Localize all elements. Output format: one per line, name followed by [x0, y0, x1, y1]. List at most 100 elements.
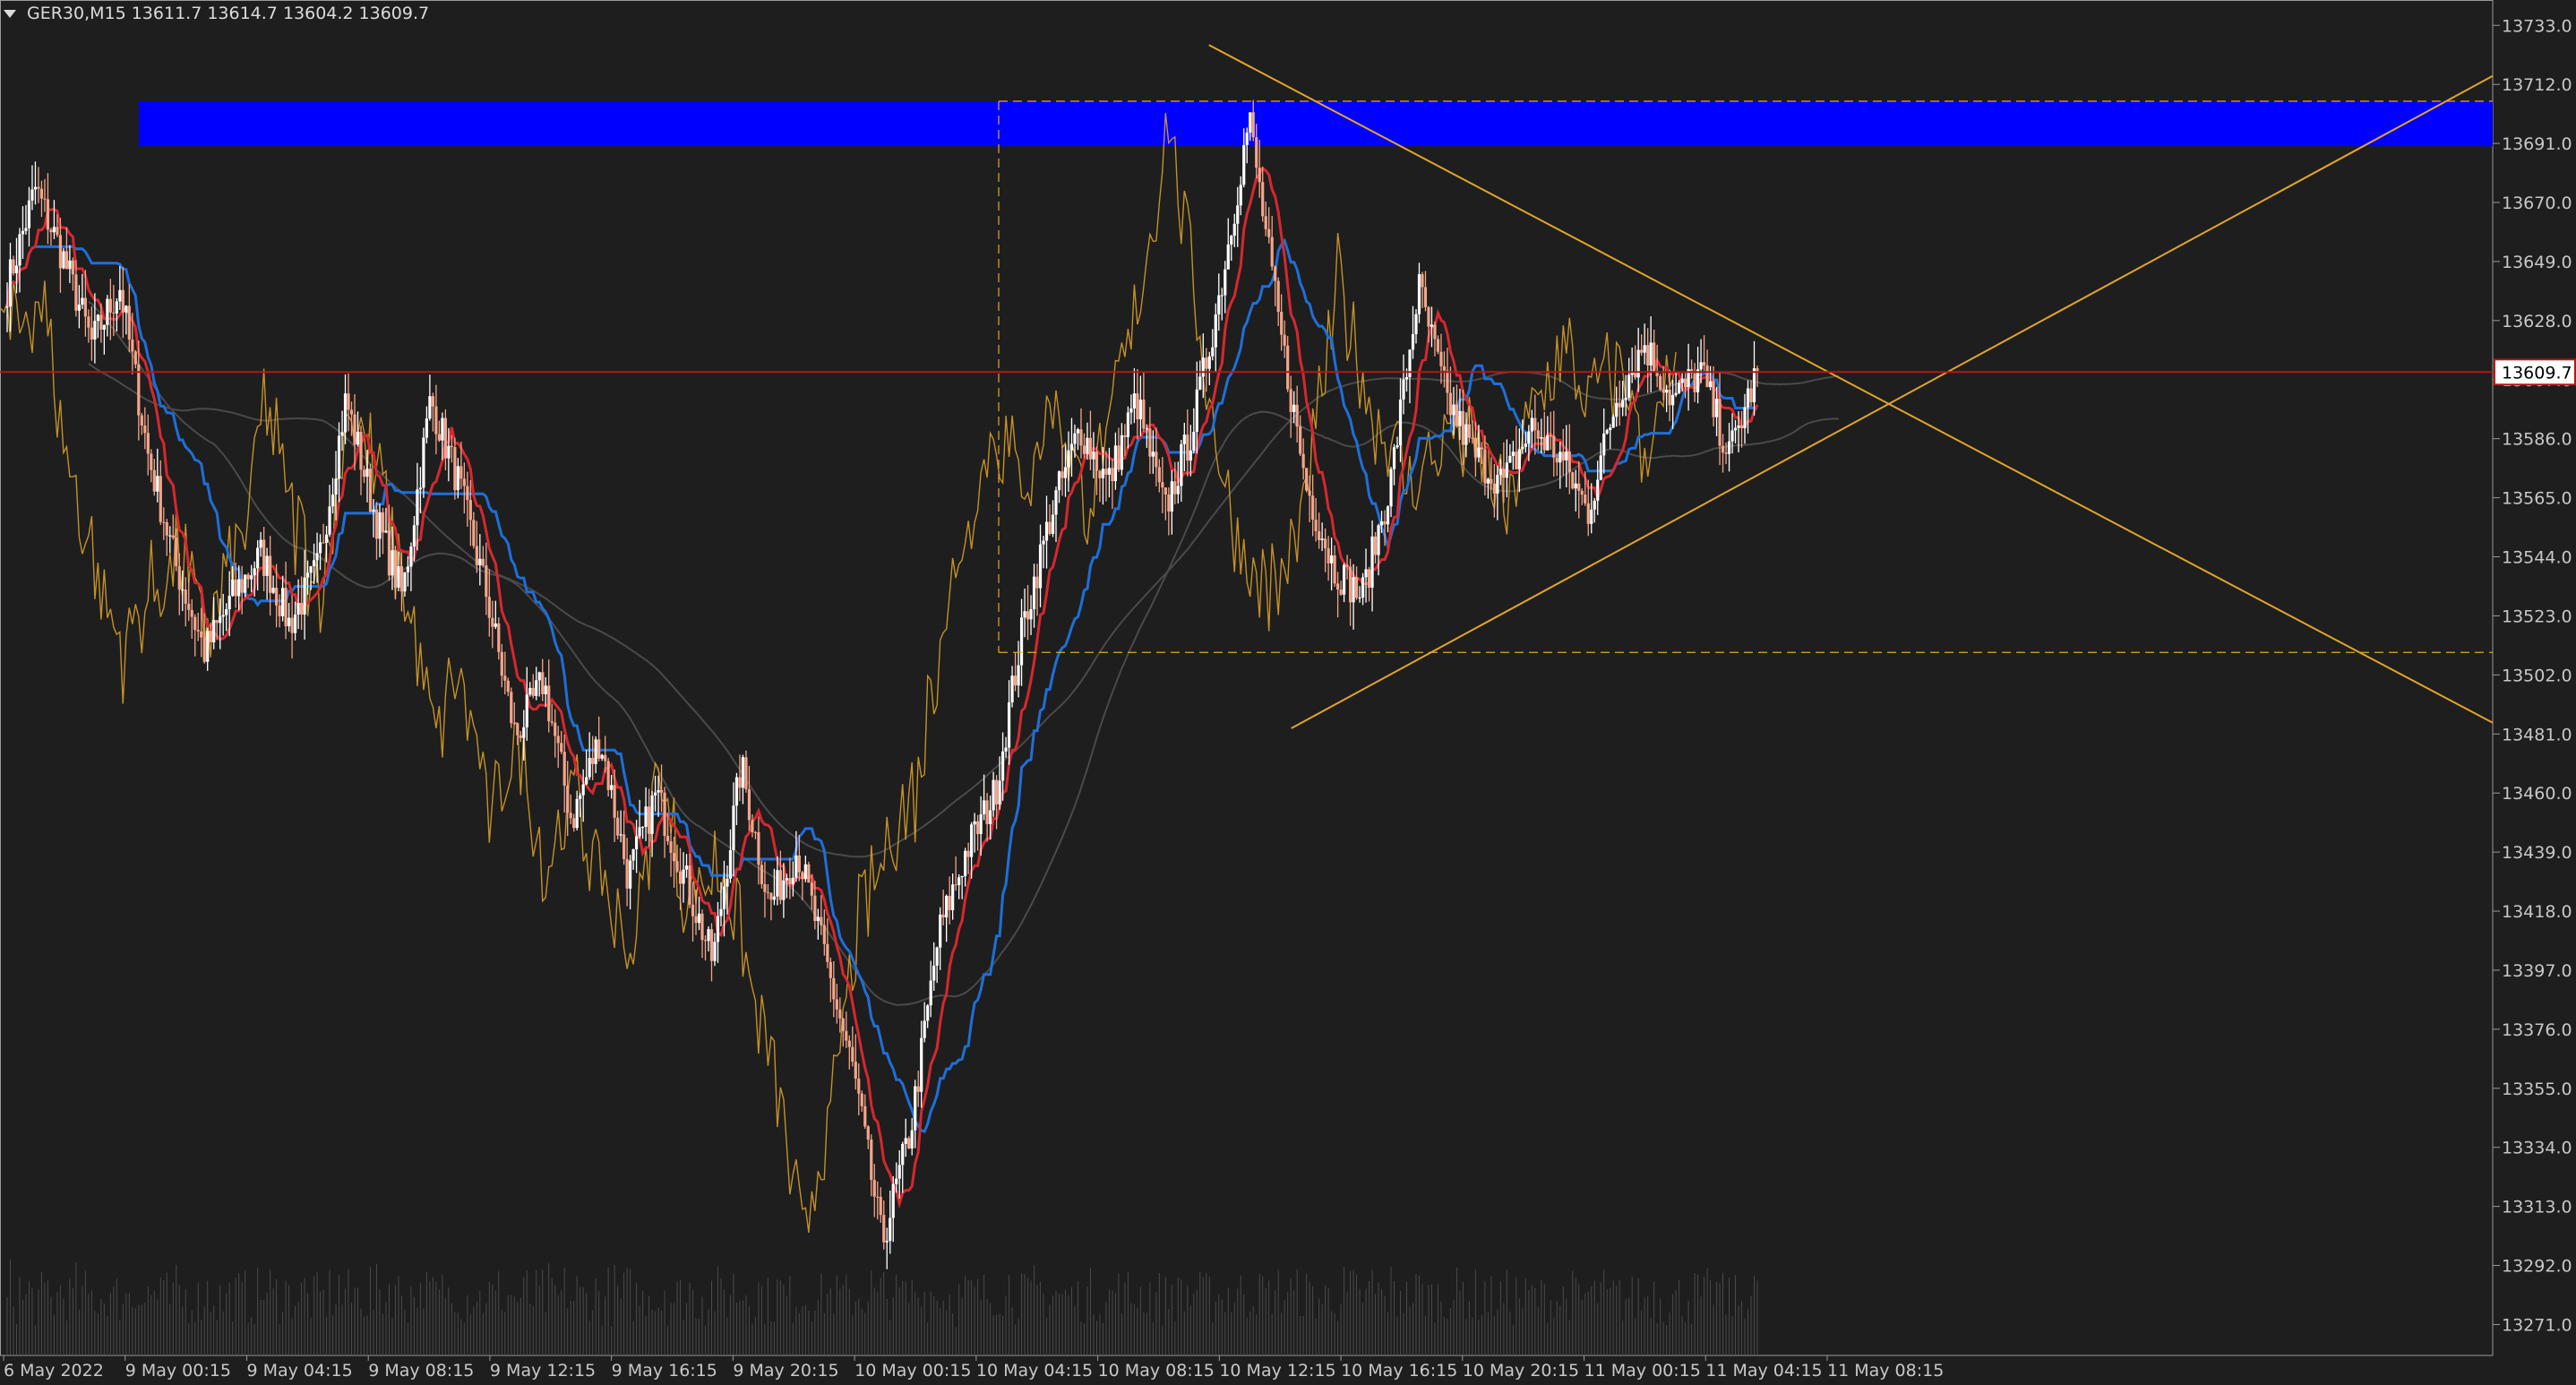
bearish-candle — [187, 603, 191, 610]
bullish-candle — [910, 1130, 914, 1148]
bullish-candle — [1000, 751, 1005, 781]
bullish-candle — [707, 929, 710, 942]
bullish-candle — [1680, 378, 1684, 383]
bearish-candle — [1555, 457, 1558, 463]
bearish-candle — [751, 820, 754, 832]
bearish-candle — [143, 426, 147, 434]
bearish-candle — [709, 929, 714, 961]
bearish-candle — [604, 754, 607, 761]
x-axis-label: 11 May 08:15 — [1827, 1361, 1944, 1381]
trendline[interactable] — [1208, 44, 2494, 724]
bullish-candle — [728, 850, 733, 879]
bullish-candle — [296, 603, 300, 615]
bearish-candle — [826, 943, 829, 962]
bullish-candle — [579, 795, 582, 799]
bearish-candle — [976, 821, 980, 835]
bearish-candle — [202, 637, 206, 662]
bearish-candle — [872, 1180, 876, 1197]
bullish-candle — [1057, 471, 1061, 491]
bullish-candle — [657, 789, 660, 793]
bearish-candle — [1442, 366, 1447, 371]
bullish-candle — [1007, 702, 1011, 748]
bullish-candle — [1477, 447, 1481, 458]
bearish-candle — [1299, 426, 1302, 454]
bullish-candle — [1605, 430, 1609, 434]
bearish-candle — [146, 433, 150, 454]
bearish-candle — [1117, 445, 1121, 470]
bullish-candle — [1224, 269, 1227, 296]
bearish-candle — [437, 434, 441, 441]
bullish-candle — [998, 780, 1001, 805]
bullish-candle — [1042, 540, 1045, 545]
bullish-candle — [1361, 577, 1365, 598]
bearish-candle — [1492, 483, 1496, 494]
bearish-candle — [359, 431, 363, 470]
bullish-candle — [416, 489, 419, 526]
bearish-candle — [1104, 469, 1108, 475]
trendline[interactable] — [1291, 74, 2494, 729]
bullish-candle — [1195, 389, 1198, 432]
bearish-candle — [625, 858, 629, 889]
bearish-candle — [150, 453, 153, 470]
bearish-candle — [1749, 388, 1753, 403]
bearish-candle — [87, 316, 90, 328]
bullish-candle — [1230, 236, 1233, 245]
bearish-candle — [459, 466, 463, 479]
bullish-candle — [1596, 479, 1600, 501]
bearish-candle — [659, 789, 664, 793]
bullish-candle — [1524, 443, 1527, 447]
bearish-candle — [1659, 375, 1662, 390]
bearish-candle — [516, 723, 519, 736]
y-axis-label: 13460.0 — [2502, 784, 2572, 804]
y-axis-label: 13439.0 — [2502, 843, 2572, 863]
bullish-candle — [1038, 544, 1043, 589]
bearish-candle — [193, 616, 197, 631]
resistance-zone[interactable] — [139, 101, 2493, 147]
bearish-candle — [1502, 469, 1506, 478]
bullish-candle — [776, 870, 779, 897]
chart-area[interactable]: 13733.0 13712.0 13691.0 13670.0 13649.0 13628… — [0, 0, 2576, 1385]
bearish-candle — [1552, 435, 1556, 458]
y-axis-label: 13376.0 — [2502, 1020, 2572, 1040]
bullish-candle — [650, 796, 654, 834]
bullish-candle — [21, 230, 25, 235]
bearish-candle — [1724, 452, 1728, 454]
bearish-candle — [234, 580, 237, 597]
bullish-candle — [935, 947, 939, 966]
bearish-candle — [1561, 452, 1565, 460]
bullish-candle — [960, 875, 964, 878]
x-axis-label: 9 May 16:15 — [612, 1361, 717, 1381]
bearish-candle — [246, 574, 250, 580]
bullish-candle — [1508, 455, 1512, 463]
bullish-candle — [732, 805, 735, 851]
bearish-candle — [572, 818, 576, 829]
bullish-candle — [425, 418, 429, 438]
bullish-candle — [1101, 469, 1105, 478]
bullish-candle — [250, 575, 253, 580]
bearish-candle — [966, 850, 970, 857]
bearish-candle — [678, 871, 683, 884]
bearish-candle — [74, 274, 78, 311]
bearish-candle — [381, 512, 385, 533]
bearish-candle — [703, 940, 708, 942]
x-axis-label: 10 May 16:15 — [1341, 1361, 1457, 1381]
bullish-candle — [14, 265, 19, 274]
bearish-candle — [171, 535, 175, 538]
bullish-candle — [412, 525, 416, 547]
bullish-candle — [1019, 617, 1024, 666]
bullish-candle — [1151, 452, 1155, 457]
bullish-candle — [244, 574, 247, 593]
symbol-timeframe: GER30,M15 — [27, 4, 126, 23]
bearish-candle — [64, 251, 69, 270]
y-axis-label: 13565.0 — [2502, 489, 2572, 509]
dropdown-triangle-icon[interactable] — [4, 9, 16, 18]
bullish-candle — [1342, 564, 1346, 595]
price-chart[interactable]: 13733.0 13712.0 13691.0 13670.0 13649.0 13628… — [0, 0, 2576, 1385]
bullish-candle — [1004, 747, 1008, 752]
bullish-candle — [1245, 133, 1249, 145]
bullish-candle — [305, 572, 310, 578]
bearish-candle — [127, 305, 131, 340]
bullish-candle — [337, 435, 341, 479]
bullish-candle — [259, 539, 262, 548]
bullish-candle — [772, 896, 777, 900]
